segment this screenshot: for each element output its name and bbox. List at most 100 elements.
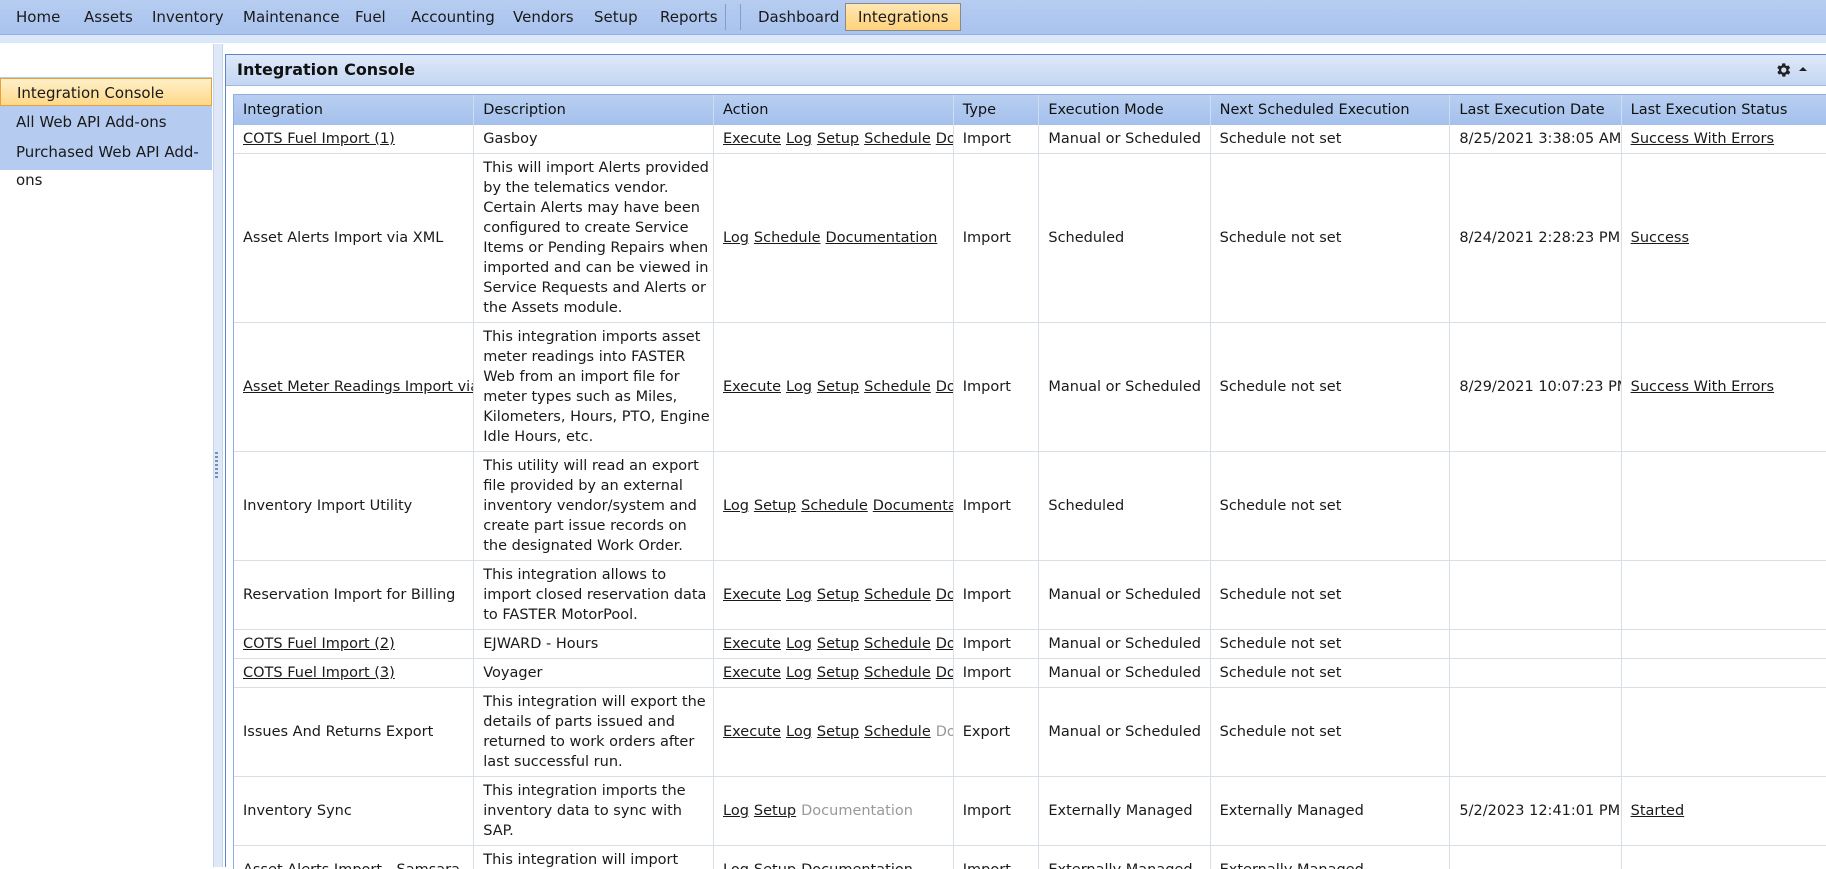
- action-execute-link[interactable]: Execute: [723, 131, 781, 147]
- action-log-link[interactable]: Log: [786, 587, 812, 603]
- cell-last-execution-date: 8/24/2021 2:28:23 PM: [1450, 154, 1621, 323]
- col-header-type[interactable]: Type: [953, 95, 1039, 125]
- action-setup-link[interactable]: Setup: [754, 498, 796, 514]
- nav-all-web-api-addons[interactable]: All Web API Add-ons: [0, 108, 212, 136]
- action-documentation-link[interactable]: Documentation: [936, 587, 953, 603]
- cell-execution-mode: Externally Managed: [1039, 846, 1210, 869]
- action-log-link[interactable]: Log: [723, 498, 749, 514]
- nav-integration-console[interactable]: Integration Console: [0, 78, 212, 106]
- action-schedule-link[interactable]: Schedule: [801, 498, 868, 514]
- action-schedule-link[interactable]: Schedule: [864, 665, 931, 681]
- cell-action: Execute Log Setup Schedule Documentation: [714, 630, 954, 659]
- col-header-integration[interactable]: Integration: [234, 95, 474, 125]
- collapse-panel-icon[interactable]: [1796, 62, 1810, 76]
- integration-name-link[interactable]: COTS Fuel Import (2): [243, 636, 395, 652]
- action-documentation-link[interactable]: Documentation: [936, 131, 953, 147]
- action-setup-link[interactable]: Setup: [817, 131, 859, 147]
- cell-type: Import: [953, 777, 1039, 846]
- cell-last-execution-date: 8/29/2021 10:07:23 PM: [1450, 323, 1621, 452]
- action-schedule-link[interactable]: Schedule: [864, 587, 931, 603]
- action-log-link[interactable]: Log: [786, 131, 812, 147]
- action-setup-link[interactable]: Setup: [754, 862, 796, 869]
- action-setup-link[interactable]: Setup: [817, 724, 859, 740]
- action-log-link[interactable]: Log: [786, 636, 812, 652]
- menu-setup[interactable]: Setup: [594, 0, 638, 34]
- cell-type: Import: [953, 452, 1039, 561]
- panel-title: Integration Console: [237, 55, 415, 85]
- action-schedule-link[interactable]: Schedule: [864, 636, 931, 652]
- action-schedule-link[interactable]: Schedule: [864, 131, 931, 147]
- menu-accounting[interactable]: Accounting: [411, 0, 495, 34]
- cell-execution-mode: Scheduled: [1039, 154, 1210, 323]
- table-row: Reservation Import for BillingThis integ…: [234, 561, 1826, 630]
- integration-name-link[interactable]: Asset Meter Readings Import via XML: [243, 379, 474, 395]
- action-execute-link[interactable]: Execute: [723, 379, 781, 395]
- col-header-description[interactable]: Description: [474, 95, 714, 125]
- menu-reports[interactable]: Reports: [660, 0, 718, 34]
- cell-integration: COTS Fuel Import (1): [234, 125, 474, 154]
- action-links: ExecuteLogSetupScheduleDocumentation: [723, 724, 953, 740]
- action-log-link[interactable]: Log: [786, 379, 812, 395]
- action-setup-link[interactable]: Setup: [754, 803, 796, 819]
- menu-inventory[interactable]: Inventory: [152, 0, 224, 34]
- cell-integration: Asset Alerts Import - Samsara: [234, 846, 474, 869]
- action-schedule-link[interactable]: Schedule: [754, 230, 821, 246]
- col-header-action[interactable]: Action: [714, 95, 954, 125]
- action-log-link[interactable]: Log: [786, 724, 812, 740]
- cell-last-execution-date: [1450, 846, 1621, 869]
- action-schedule-link[interactable]: Schedule: [864, 379, 931, 395]
- table-row: Asset Meter Readings Import via XMLThis …: [234, 323, 1826, 452]
- menu-home[interactable]: Home: [16, 0, 60, 34]
- col-header-last-execution-date[interactable]: Last Execution Date: [1450, 95, 1621, 125]
- action-setup-link[interactable]: Setup: [817, 587, 859, 603]
- nav-purchased-web-api-addons[interactable]: Purchased Web API Add-ons: [0, 138, 212, 166]
- cell-last-execution-date: [1450, 561, 1621, 630]
- col-header-execution-mode[interactable]: Execution Mode: [1039, 95, 1210, 125]
- action-log-link[interactable]: Log: [723, 803, 749, 819]
- col-header-next-scheduled-execution[interactable]: Next Scheduled Execution: [1210, 95, 1450, 125]
- execution-status-link[interactable]: Success With Errors: [1631, 131, 1774, 147]
- action-schedule-link[interactable]: Schedule: [864, 724, 931, 740]
- action-execute-link[interactable]: Execute: [723, 636, 781, 652]
- menu-vendors[interactable]: Vendors: [513, 0, 574, 34]
- action-execute-link[interactable]: Execute: [723, 724, 781, 740]
- splitter-grip-icon[interactable]: [215, 452, 218, 478]
- menu-separator: [725, 4, 726, 30]
- action-documentation-link[interactable]: Documentation: [826, 230, 938, 246]
- action-documentation-link[interactable]: Documentation: [873, 498, 953, 514]
- action-setup-link[interactable]: Setup: [817, 636, 859, 652]
- integration-name-link[interactable]: COTS Fuel Import (3): [243, 665, 395, 681]
- cell-next-scheduled-execution: Schedule not set: [1210, 125, 1450, 154]
- execution-status-link[interactable]: Success: [1631, 230, 1689, 246]
- integrations-grid: Integration Description Action Type Exec…: [233, 94, 1826, 869]
- menu-fuel[interactable]: Fuel: [355, 0, 386, 34]
- integration-name: Issues And Returns Export: [243, 724, 433, 740]
- menu-dashboard[interactable]: Dashboard: [758, 0, 839, 34]
- action-execute-link[interactable]: Execute: [723, 587, 781, 603]
- menu-maintenance[interactable]: Maintenance: [243, 0, 340, 34]
- execution-status-link[interactable]: Started: [1631, 803, 1685, 819]
- action-execute-link[interactable]: Execute: [723, 665, 781, 681]
- action-setup-link[interactable]: Setup: [817, 379, 859, 395]
- menu-integrations[interactable]: Integrations: [845, 3, 961, 31]
- cell-type: Import: [953, 154, 1039, 323]
- action-documentation-link[interactable]: Documentation: [801, 862, 913, 869]
- action-log-link[interactable]: Log: [786, 665, 812, 681]
- integration-name: Asset Alerts Import via XML: [243, 230, 443, 246]
- cell-execution-mode: Manual or Scheduled: [1039, 688, 1210, 777]
- gear-icon[interactable]: [1774, 61, 1792, 79]
- action-log-link[interactable]: Log: [723, 230, 749, 246]
- integration-name-link[interactable]: COTS Fuel Import (1): [243, 131, 395, 147]
- cell-action: Log Schedule Documentation: [714, 154, 954, 323]
- cell-execution-mode: Scheduled: [1039, 452, 1210, 561]
- action-documentation-link[interactable]: Documentation: [936, 636, 953, 652]
- execution-status-link[interactable]: Success With Errors: [1631, 379, 1774, 395]
- action-links: Log Setup Documentation: [723, 862, 953, 869]
- action-setup-link[interactable]: Setup: [817, 665, 859, 681]
- action-documentation-link[interactable]: Documentation: [936, 665, 953, 681]
- action-log-link[interactable]: Log: [723, 862, 749, 869]
- menu-assets[interactable]: Assets: [84, 0, 133, 34]
- cell-action: LogSetupDocumentation: [714, 777, 954, 846]
- col-header-last-execution-status[interactable]: Last Execution Status: [1621, 95, 1826, 125]
- action-documentation-link[interactable]: Documentation: [936, 379, 953, 395]
